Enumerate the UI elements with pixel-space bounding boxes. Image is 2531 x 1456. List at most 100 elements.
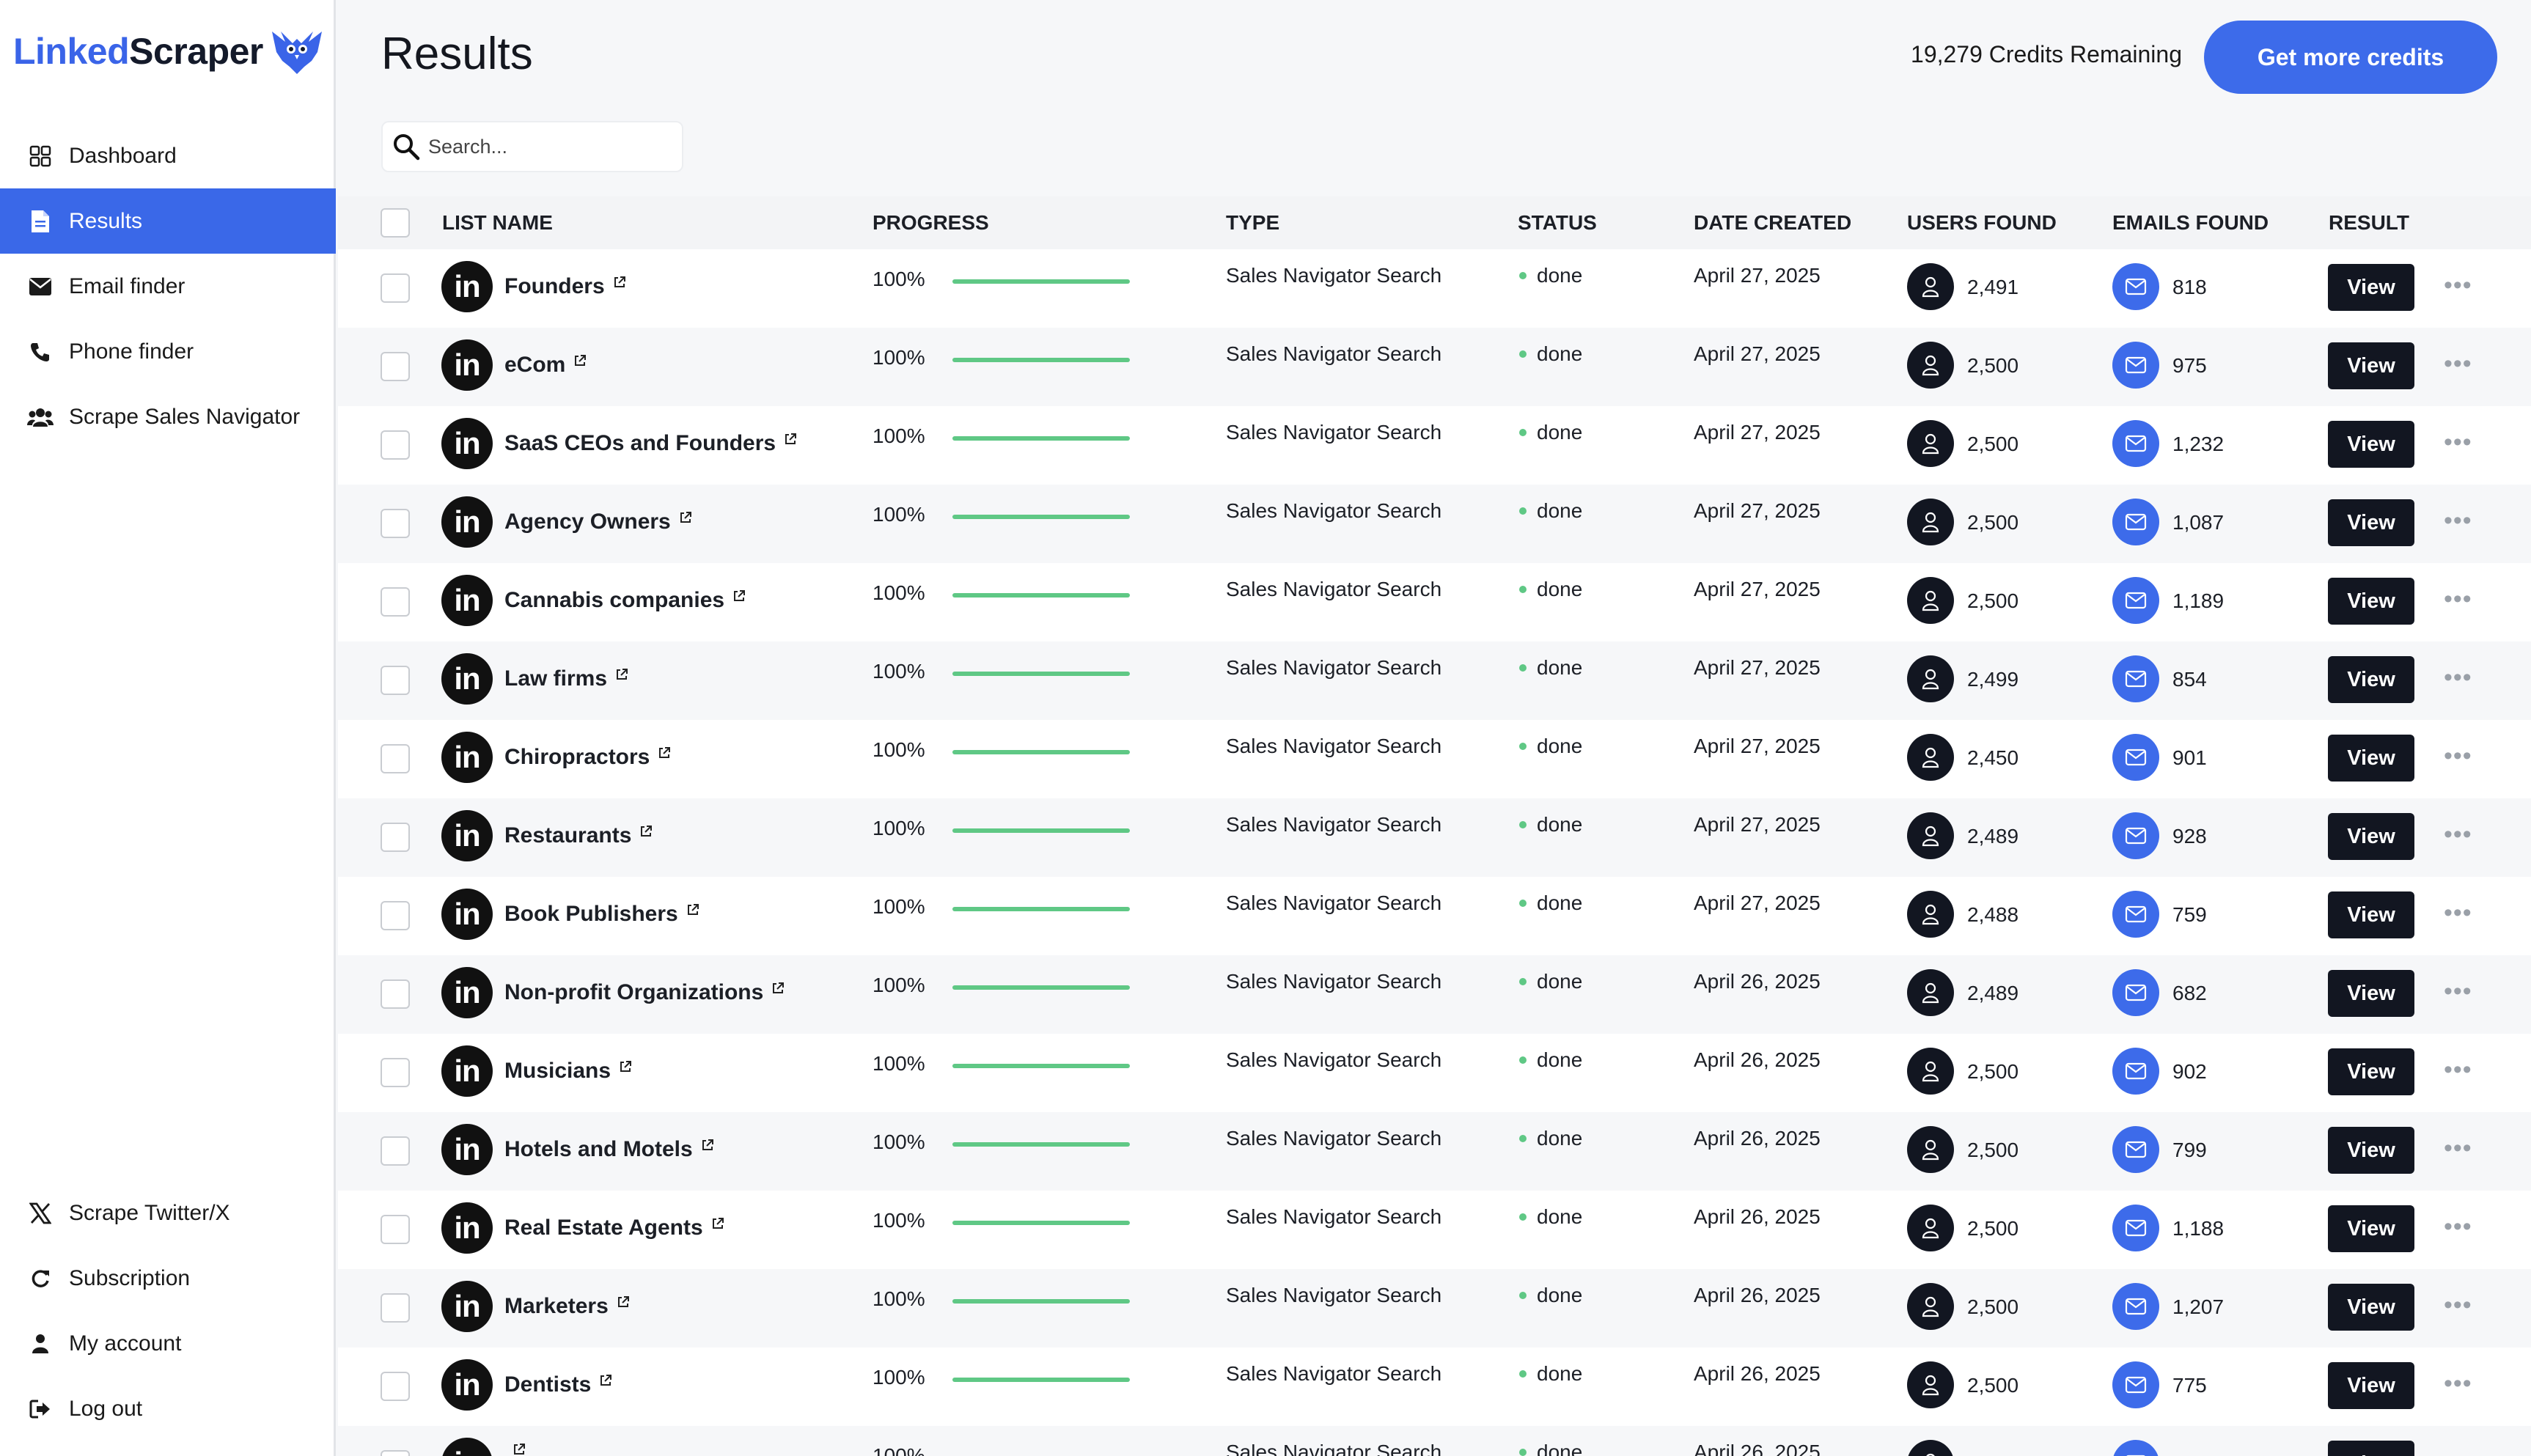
email-icon <box>2112 1048 2159 1095</box>
more-options-icon[interactable]: ••• <box>2444 1291 2472 1320</box>
emails-found-count: 799 <box>2172 1139 2207 1161</box>
more-options-icon[interactable]: ••• <box>2444 742 2472 771</box>
app-logo[interactable]: Linked Scraper <box>13 22 323 81</box>
more-options-icon[interactable]: ••• <box>2444 1369 2472 1398</box>
sidebar-item-my-account[interactable]: My account <box>0 1311 336 1376</box>
list-name-link[interactable]: Book Publishers <box>504 902 700 927</box>
view-result-button[interactable]: View <box>2328 970 2414 1017</box>
list-name-link[interactable]: Founders <box>504 274 627 299</box>
list-name-link[interactable]: Real Estate Agents <box>504 1216 725 1240</box>
select-all-checkbox[interactable] <box>381 208 410 238</box>
column-header-users-found[interactable]: USERS FOUND <box>1907 211 2057 235</box>
more-options-icon[interactable]: ••• <box>2444 428 2472 457</box>
more-options-icon[interactable]: ••• <box>2444 977 2472 1006</box>
search-input[interactable] <box>428 135 670 158</box>
sidebar-item-results[interactable]: Results <box>0 188 336 254</box>
list-name: Dentists <box>504 1372 592 1397</box>
more-options-icon[interactable]: ••• <box>2444 350 2472 378</box>
row-checkbox[interactable] <box>381 1450 410 1456</box>
get-more-credits-button[interactable]: Get more credits <box>2204 21 2497 94</box>
row-checkbox[interactable] <box>381 1058 410 1087</box>
row-checkbox[interactable] <box>381 1215 410 1244</box>
row-checkbox[interactable] <box>381 430 410 460</box>
column-header-status[interactable]: STATUS <box>1518 211 1597 235</box>
column-header-progress[interactable]: PROGRESS <box>873 211 989 235</box>
more-options-icon[interactable]: ••• <box>2444 1213 2472 1241</box>
sidebar-item-subscription[interactable]: Subscription <box>0 1246 336 1311</box>
list-name-link[interactable]: Musicians <box>504 1059 633 1084</box>
table-row: in Chiropractors 100% Sales Navigator Se… <box>338 720 2531 798</box>
more-options-icon[interactable]: ••• <box>2444 899 2472 927</box>
more-options-icon[interactable]: ••• <box>2444 820 2472 849</box>
row-checkbox[interactable] <box>381 744 410 773</box>
more-options-icon[interactable]: ••• <box>2444 1056 2472 1084</box>
more-options-icon[interactable]: ••• <box>2444 663 2472 692</box>
column-header-list-name[interactable]: LIST NAME <box>442 211 553 235</box>
view-result-button[interactable]: View <box>2328 1362 2414 1409</box>
row-checkbox[interactable] <box>381 509 410 538</box>
row-checkbox[interactable] <box>381 979 410 1009</box>
row-checkbox[interactable] <box>381 273 410 303</box>
sidebar-item-log-out[interactable]: Log out <box>0 1376 336 1441</box>
row-checkbox[interactable] <box>381 823 410 852</box>
view-result-button[interactable]: View <box>2328 1127 2414 1174</box>
row-checkbox[interactable] <box>381 901 410 930</box>
list-name-link[interactable]: Cannabis companies <box>504 588 746 613</box>
email-icon <box>2112 1205 2159 1251</box>
progress-bar <box>952 279 1130 284</box>
sidebar-item-scrape-twitter[interactable]: Scrape Twitter/X <box>0 1180 336 1246</box>
more-options-icon[interactable]: ••• <box>2444 507 2472 535</box>
view-result-button[interactable]: View <box>2328 656 2414 703</box>
table-row: in Non-profit Organizations 100% Sales N… <box>338 955 2531 1034</box>
linkedin-logo-icon: in <box>441 575 493 626</box>
sidebar-item-phone-finder[interactable]: Phone finder <box>0 319 336 384</box>
more-options-icon[interactable]: ••• <box>2444 1134 2472 1163</box>
list-name-link[interactable]: Chiropractors <box>504 745 672 770</box>
column-header-type[interactable]: TYPE <box>1226 211 1279 235</box>
more-options-icon[interactable]: ••• <box>2444 271 2472 300</box>
view-result-button[interactable]: View <box>2328 264 2414 311</box>
column-header-date-created[interactable]: DATE CREATED <box>1694 211 1851 235</box>
list-name-link[interactable]: eCom <box>504 353 587 378</box>
row-checkbox[interactable] <box>381 1293 410 1323</box>
list-name-link[interactable]: Dentists <box>504 1372 613 1397</box>
progress-percent: 100% <box>873 895 925 918</box>
list-name-link[interactable]: Hotels and Motels <box>504 1137 715 1162</box>
view-result-button[interactable]: View <box>2328 421 2414 468</box>
view-result-button[interactable]: View <box>2328 1205 2414 1252</box>
row-checkbox[interactable] <box>381 1372 410 1401</box>
sidebar-item-dashboard[interactable]: Dashboard <box>0 123 336 188</box>
view-result-button[interactable]: View <box>2328 891 2414 938</box>
view-result-button[interactable]: View <box>2328 1284 2414 1331</box>
progress-percent: 100% <box>873 268 925 290</box>
row-checkbox[interactable] <box>381 352 410 381</box>
list-name-link[interactable] <box>504 1444 526 1456</box>
view-result-button[interactable]: View <box>2328 1441 2414 1456</box>
sidebar-item-email-finder[interactable]: Email finder <box>0 254 336 319</box>
sidebar-item-scrape-sales-navigator[interactable]: Scrape Sales Navigator <box>0 384 336 449</box>
row-checkbox[interactable] <box>381 587 410 617</box>
view-result-button[interactable]: View <box>2328 1048 2414 1095</box>
more-options-icon[interactable]: ••• <box>2444 585 2472 614</box>
status-text: done <box>1537 578 1583 600</box>
status-text: done <box>1537 1362 1583 1385</box>
view-result-button[interactable]: View <box>2328 342 2414 389</box>
more-options-icon[interactable]: ••• <box>2444 1448 2472 1456</box>
list-name-link[interactable]: Marketers <box>504 1294 631 1319</box>
row-checkbox[interactable] <box>381 1136 410 1166</box>
list-name-link[interactable]: SaaS CEOs and Founders <box>504 431 798 456</box>
row-checkbox[interactable] <box>381 666 410 695</box>
status-dot <box>1519 743 1527 750</box>
list-name-link[interactable]: Law firms <box>504 666 629 691</box>
list-name-link[interactable]: Restaurants <box>504 823 653 848</box>
status-badge: done <box>1518 342 1582 366</box>
envelope-icon <box>26 273 54 301</box>
list-name: Founders <box>504 274 605 298</box>
view-result-button[interactable]: View <box>2328 578 2414 625</box>
column-header-emails-found[interactable]: EMAILS FOUND <box>2112 211 2269 235</box>
view-result-button[interactable]: View <box>2328 499 2414 546</box>
list-name-link[interactable]: Agency Owners <box>504 510 693 534</box>
view-result-button[interactable]: View <box>2328 813 2414 860</box>
list-name-link[interactable]: Non-profit Organizations <box>504 980 785 1005</box>
view-result-button[interactable]: View <box>2328 735 2414 782</box>
